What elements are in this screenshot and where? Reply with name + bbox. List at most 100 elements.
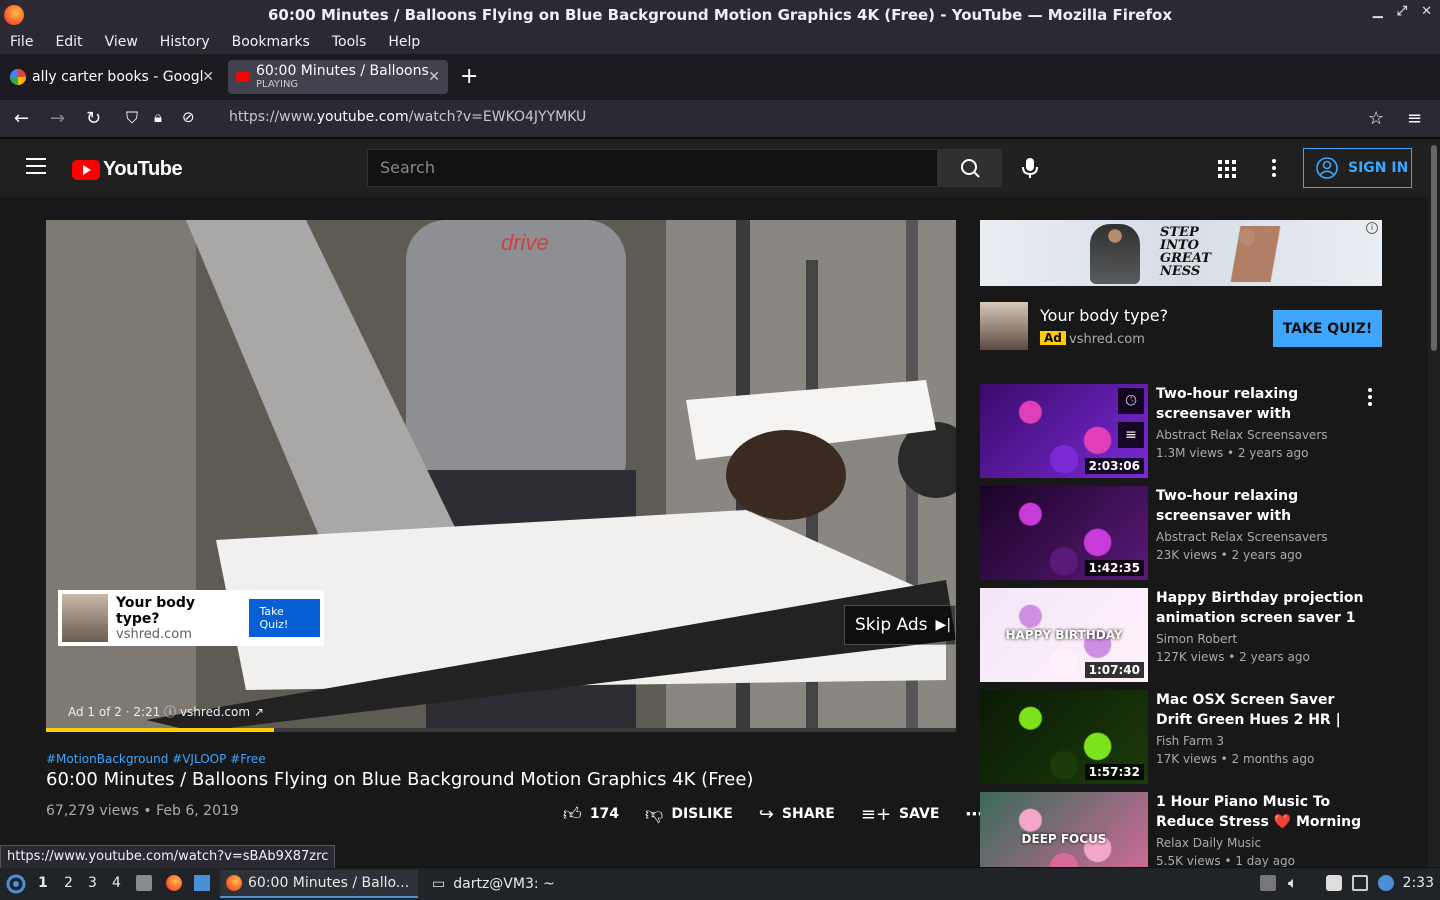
tab-google[interactable]: ally carter books - Googl ✕ xyxy=(4,60,222,94)
watch-page: drive Your body type? vshred.com Take Qu… xyxy=(0,197,1428,867)
view-count: 1.3M views • 2 years ago xyxy=(1156,446,1309,460)
ad-domain-link[interactable]: vshred.com xyxy=(180,705,250,719)
video-thumbnail[interactable]: DEEP FOCUS xyxy=(980,792,1148,867)
thumbs-down-icon: 👎︎ xyxy=(645,804,664,825)
start-menu-icon[interactable] xyxy=(6,874,26,894)
video-thumbnail[interactable]: HAPPY BIRTHDAY 1:07:40 xyxy=(980,588,1148,682)
save-button[interactable]: ≡+ SAVE xyxy=(861,804,940,825)
recommendation-item[interactable]: 2:03:06 🕓︎ ≡ Two-hour relaxing screensaver … xyxy=(980,384,1380,478)
reload-icon[interactable]: ↻ xyxy=(86,108,101,129)
sidebar-ad-banner[interactable]: STEP INTO GREAT NESS i xyxy=(980,220,1382,286)
add-to-queue-icon[interactable]: ≡ xyxy=(1118,422,1144,448)
video-title-link[interactable]: Two-hour relaxing screensaver with Backg… xyxy=(1156,486,1364,526)
search-button[interactable] xyxy=(938,149,1002,187)
video-title-link[interactable]: Two-hour relaxing screensaver with Valen… xyxy=(1156,384,1364,424)
progress-bar[interactable] xyxy=(46,728,956,732)
video-options-icon[interactable] xyxy=(1368,388,1372,409)
workspace-3[interactable]: 3 xyxy=(88,875,97,891)
taskbar-firefox-window[interactable]: 60:00 Minutes / Ballo... xyxy=(220,870,418,898)
video-thumbnail[interactable]: 1:42:35 xyxy=(980,486,1148,580)
menu-file[interactable]: File xyxy=(10,34,33,50)
video-title-link[interactable]: 1 Hour Piano Music To Reduce Stress ❤️ M… xyxy=(1156,792,1364,832)
dislike-button[interactable]: 👎︎ DISLIKE xyxy=(645,803,733,825)
thumbs-up-icon: 👍︎ xyxy=(563,804,582,825)
skip-ads-button[interactable]: Skip Ads ▶︎| xyxy=(844,605,956,645)
taskbar-terminal-window[interactable]: ▭ dartz@VM3: ~ xyxy=(426,870,626,898)
terminal-launcher-icon[interactable] xyxy=(194,875,210,891)
tab-youtube[interactable]: 60:00 Minutes / Balloons PLAYING ✕ xyxy=(228,60,448,94)
sidebar-ad-title: Your body type? xyxy=(1040,306,1169,325)
google-icon xyxy=(10,69,26,85)
video-title-link[interactable]: Happy Birthday projection animation scre… xyxy=(1156,588,1364,628)
close-window-icon[interactable]: ✕ xyxy=(1421,4,1432,19)
taskbar: 1 2 3 4 60:00 Minutes / Ballo... ▭ dartz… xyxy=(0,868,1440,900)
address-bar[interactable]: https://www.youtube.com/watch?v=EWKO4JYY… xyxy=(229,109,586,125)
playlist-add-icon: ≡+ xyxy=(860,803,892,825)
minimize-icon[interactable]: ▁ xyxy=(1373,4,1383,19)
info-icon[interactable]: ⓘ xyxy=(164,705,180,719)
workspace-1[interactable]: 1 xyxy=(38,875,48,891)
video-player[interactable]: drive Your body type? vshred.com Take Qu… xyxy=(46,220,956,732)
youtube-header: YouTube Search SIGN IN xyxy=(0,139,1428,197)
ad-info-icon[interactable]: i xyxy=(1366,222,1378,234)
settings-kebab-icon[interactable] xyxy=(1272,159,1276,180)
like-button[interactable]: 👍︎ 174 xyxy=(563,803,619,825)
video-thumbnail[interactable]: 1:57:32 xyxy=(980,690,1148,784)
view-count: 127K views • 2 years ago xyxy=(1156,650,1310,664)
firefox-launcher-icon[interactable] xyxy=(166,875,182,891)
hamburger-menu-icon[interactable] xyxy=(26,158,46,179)
menu-bar: File Edit View History Bookmarks Tools H… xyxy=(0,30,1440,54)
network-icon[interactable] xyxy=(1260,875,1276,891)
clipboard-icon[interactable] xyxy=(1326,875,1342,891)
video-hashtags[interactable]: #MotionBackground #VJLOOP #Free xyxy=(46,752,266,766)
recommendation-item[interactable]: 1:42:35 Two-hour relaxing screensaver wit… xyxy=(980,486,1380,580)
lock-icon[interactable]: 🔒︎ xyxy=(154,108,162,126)
close-tab-icon[interactable]: ✕ xyxy=(202,69,214,85)
page-scrollbar[interactable] xyxy=(1428,139,1440,867)
watch-later-icon[interactable]: 🕓︎ xyxy=(1118,388,1144,414)
search-input[interactable]: Search xyxy=(367,149,938,187)
sidebar-ad[interactable]: Your body type? Ad vshred.com TAKE QUIZ! xyxy=(980,302,1382,350)
restore-icon[interactable]: ⤢ xyxy=(1397,4,1407,19)
back-icon[interactable]: ← xyxy=(14,108,29,129)
file-manager-icon[interactable] xyxy=(136,875,152,891)
scrollbar-thumb[interactable] xyxy=(1431,145,1437,351)
menu-help[interactable]: Help xyxy=(388,34,420,50)
video-thumbnail[interactable]: 2:03:06 🕓︎ ≡ xyxy=(980,384,1148,478)
take-quiz-button[interactable]: TAKE QUIZ! xyxy=(1273,310,1382,347)
permissions-icon[interactable]: ⊘ xyxy=(182,108,195,126)
menu-tools[interactable]: Tools xyxy=(332,34,367,50)
menu-history[interactable]: History xyxy=(160,34,210,50)
progress-fill xyxy=(46,728,274,732)
notification-icon[interactable] xyxy=(1378,875,1394,891)
menu-bookmarks[interactable]: Bookmarks xyxy=(232,34,310,50)
close-tab-icon[interactable]: ✕ xyxy=(428,69,440,85)
workspace-4[interactable]: 4 xyxy=(112,875,121,891)
take-quiz-button[interactable]: Take Quiz! xyxy=(249,599,320,637)
thumbnail-text: DEEP FOCUS xyxy=(1021,832,1107,846)
search-icon xyxy=(961,159,980,178)
recommendation-item[interactable]: 1:57:32 Mac OSX Screen Saver Drift Green … xyxy=(980,690,1380,784)
thumbnail-text: HAPPY BIRTHDAY xyxy=(1005,628,1123,642)
recommendation-item[interactable]: HAPPY BIRTHDAY 1:07:40 Happy Birthday proj… xyxy=(980,588,1380,682)
workspace-2[interactable]: 2 xyxy=(64,875,73,891)
new-tab-icon[interactable]: + xyxy=(460,64,478,89)
shield-icon[interactable]: ⛉ xyxy=(126,108,138,128)
share-button[interactable]: ↪ SHARE xyxy=(759,804,835,825)
forward-icon[interactable]: → xyxy=(50,108,65,129)
apps-grid-icon[interactable] xyxy=(1218,160,1236,178)
menu-view[interactable]: View xyxy=(105,34,138,50)
volume-icon[interactable]: 🔈︎ xyxy=(1288,873,1304,892)
video-title-link[interactable]: Mac OSX Screen Saver Drift Green Hues 2 … xyxy=(1156,690,1364,730)
view-count: 5.5K views • 1 day ago xyxy=(1156,854,1296,867)
ad-overlay-card[interactable]: Your body type? vshred.com Take Quiz! xyxy=(58,590,324,646)
menu-edit[interactable]: Edit xyxy=(55,34,82,50)
youtube-logo[interactable]: YouTube xyxy=(72,158,183,181)
youtube-wordmark: YouTube xyxy=(103,158,183,180)
microphone-icon[interactable] xyxy=(1020,157,1040,179)
bookmark-star-icon[interactable]: ☆ xyxy=(1368,108,1384,129)
sign-in-button[interactable]: SIGN IN xyxy=(1303,148,1412,188)
app-menu-icon[interactable]: ≡ xyxy=(1407,108,1422,129)
display-icon[interactable] xyxy=(1352,875,1368,891)
recommendation-item[interactable]: DEEP FOCUS 1 Hour Piano Music To Reduce S… xyxy=(980,792,1380,867)
